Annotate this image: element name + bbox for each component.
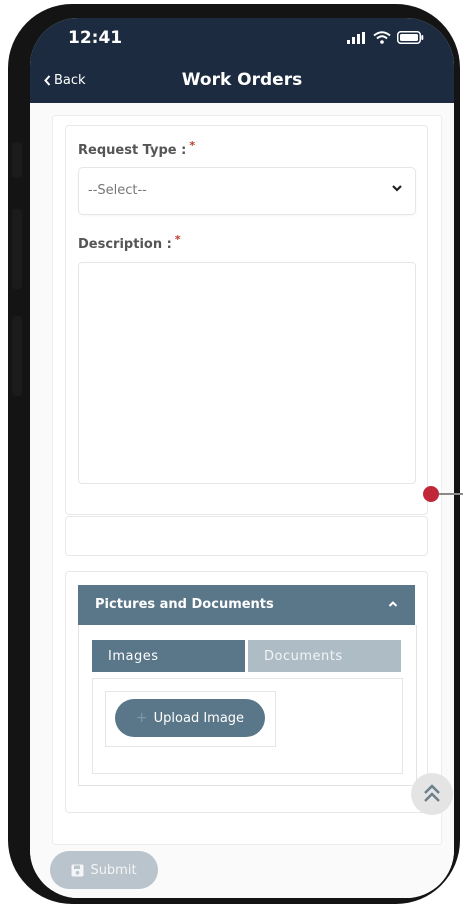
request-type-select[interactable]: --Select--: [78, 167, 416, 215]
wifi-icon: [373, 31, 391, 44]
upload-image-button[interactable]: + Upload Image: [115, 699, 265, 737]
request-type-placeholder: --Select--: [88, 183, 147, 198]
description-label: Description : *: [78, 233, 181, 252]
pictures-section-header[interactable]: Pictures and Documents: [78, 585, 415, 625]
signal-icon: [347, 31, 365, 44]
required-marker: *: [189, 139, 196, 152]
required-marker: *: [174, 233, 181, 246]
request-type-label: Request Type : *: [78, 139, 195, 158]
description-textarea[interactable]: [78, 262, 416, 484]
upload-image-label: Upload Image: [153, 710, 245, 726]
annotation-marker: [423, 486, 439, 502]
status-time: 12:41: [68, 28, 123, 48]
screen: 12:41 Back Work Orders Request Type: * …: [30, 18, 454, 898]
phone-frame: 12:41 Back Work Orders Request Type: * …: [8, 4, 460, 904]
description-label-text: Description :: [78, 237, 172, 252]
pictures-section-title: Pictures and Documents: [95, 597, 274, 612]
mute-switch: [12, 142, 22, 178]
tab-images[interactable]: Images: [92, 640, 245, 672]
tab-documents[interactable]: Documents: [248, 640, 401, 672]
chevron-up-icon: [388, 601, 398, 607]
tab-documents-label: Documents: [264, 649, 343, 664]
status-icons: [347, 31, 424, 44]
submit-button[interactable]: Submit: [50, 851, 158, 889]
volume-down-button: [12, 316, 22, 396]
save-icon: [71, 864, 84, 876]
content-area: Request Type : * --Select-- Description :…: [30, 103, 454, 898]
app-header: 12:41 Back Work Orders: [30, 18, 454, 103]
empty-field-row: [65, 516, 428, 556]
chevron-down-icon: [392, 185, 402, 192]
annotation-leader-line: [439, 493, 463, 495]
battery-icon: [397, 31, 424, 44]
plus-icon: +: [135, 710, 148, 726]
page-title: Work Orders: [181, 70, 303, 90]
double-chevron-up-icon: [424, 784, 440, 802]
volume-up-button: [12, 209, 22, 289]
tab-images-label: Images: [108, 649, 159, 664]
scroll-to-top-button[interactable]: [411, 773, 453, 815]
submit-label: Submit: [90, 862, 137, 878]
request-type-label-text: Request Type :: [78, 143, 187, 158]
